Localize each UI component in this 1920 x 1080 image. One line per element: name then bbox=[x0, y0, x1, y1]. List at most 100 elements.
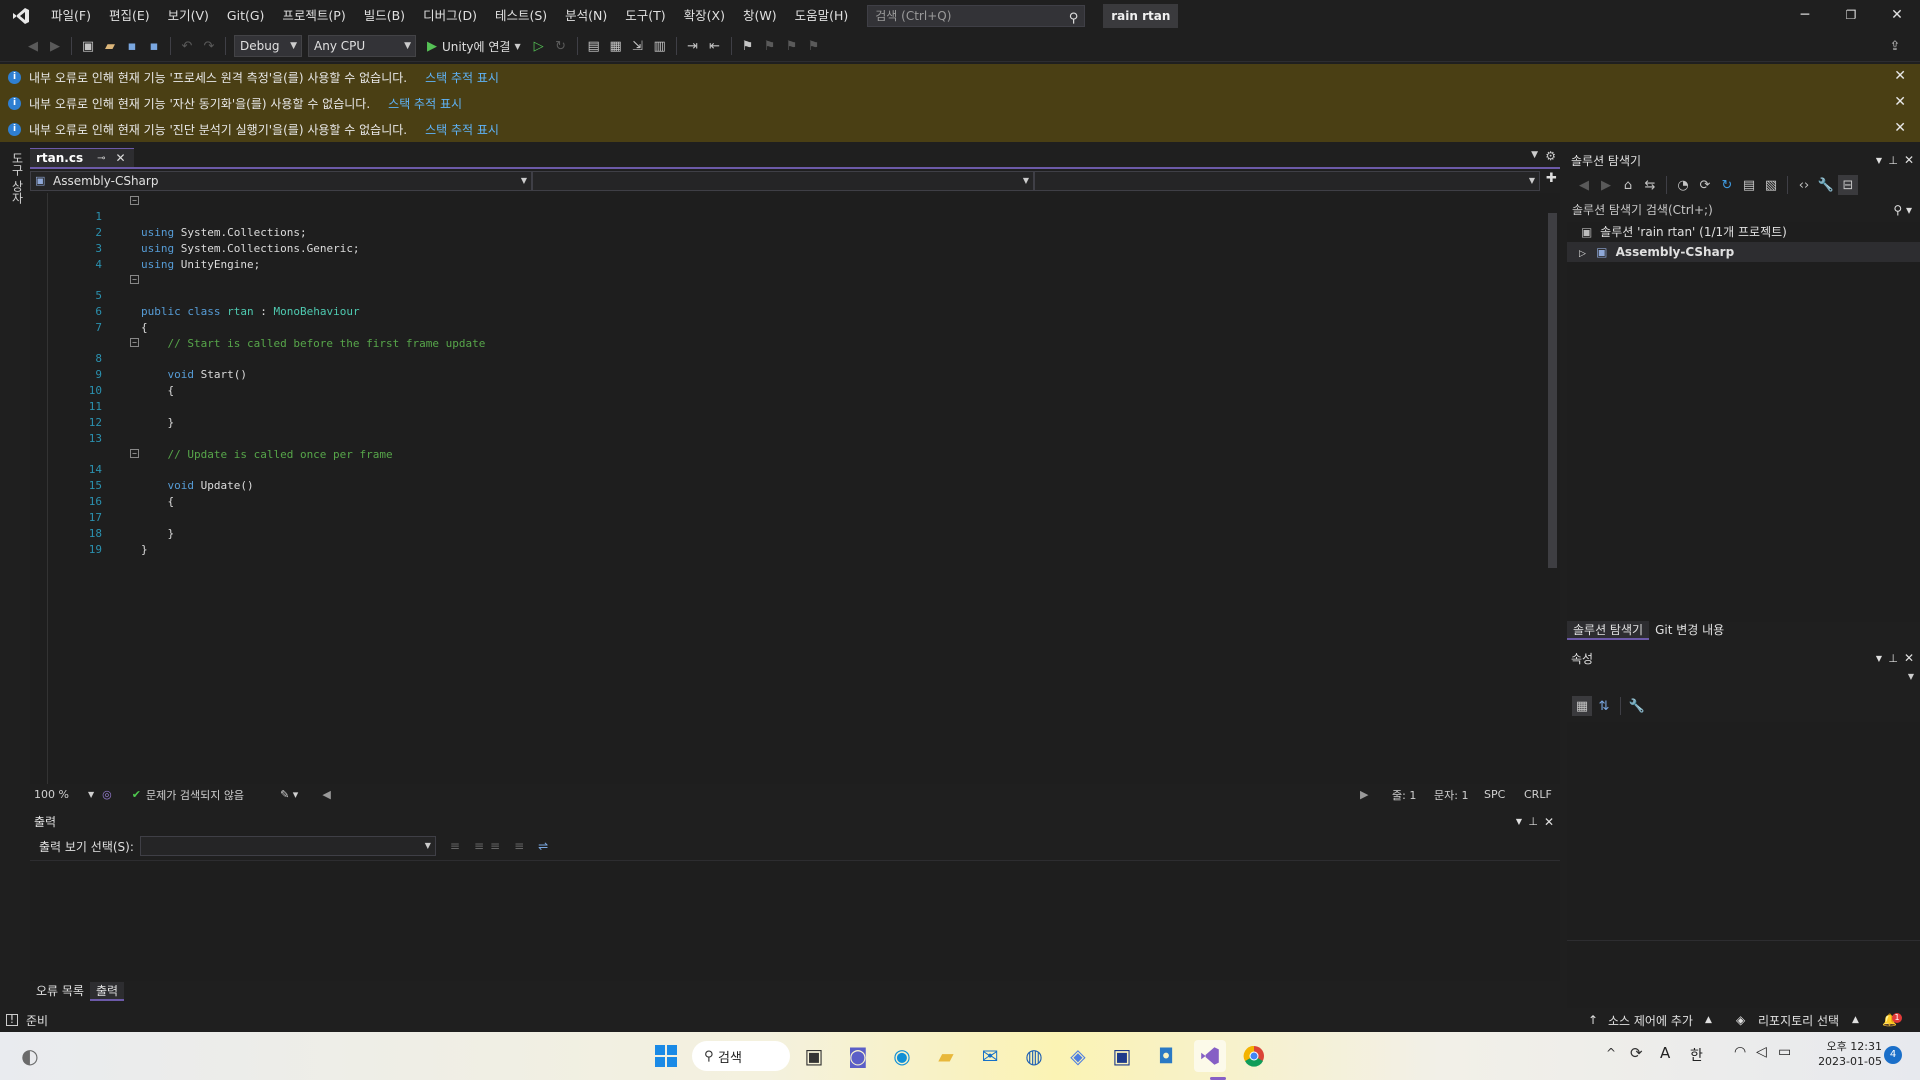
visual-studio-taskbar-icon[interactable] bbox=[1194, 1040, 1226, 1072]
save-icon[interactable]: ▪ bbox=[122, 36, 142, 56]
expand-arrow-icon[interactable]: ▷ bbox=[1579, 249, 1586, 259]
chevron-down-icon[interactable]: ▼ bbox=[1876, 156, 1882, 165]
type-combo[interactable]: ▼ bbox=[532, 171, 1034, 191]
output-text-area[interactable] bbox=[30, 860, 1560, 981]
prev-message-icon[interactable]: ≡ bbox=[474, 839, 484, 853]
clock[interactable]: 오후 12:31 2023-01-05 bbox=[1812, 1039, 1882, 1069]
new-project-icon[interactable]: ▣ bbox=[78, 36, 98, 56]
editor-vertical-scrollbar[interactable] bbox=[1545, 193, 1560, 784]
split-icon[interactable]: ✚ bbox=[1546, 171, 1557, 191]
stack-trace-link[interactable]: 스택 추적 표시 bbox=[388, 95, 462, 112]
zoom-level[interactable]: 100 % bbox=[34, 788, 88, 801]
tab-rtan-cs[interactable]: rtan.cs ⊸ ✕ bbox=[30, 148, 134, 167]
app2-icon[interactable]: ◈ bbox=[1062, 1040, 1094, 1072]
menu-help[interactable]: 도움말(H) bbox=[786, 0, 858, 31]
alphabetical-icon[interactable]: ⇅ bbox=[1594, 696, 1614, 716]
close-icon[interactable]: ✕ bbox=[1544, 815, 1554, 829]
code-cleanup-icon[interactable]: ✎ ▾ bbox=[280, 788, 298, 801]
close-icon[interactable]: ✕ bbox=[1904, 153, 1914, 167]
chevron-down-icon[interactable]: ▼ bbox=[514, 42, 520, 51]
close-window-icon[interactable]: ✕ bbox=[1874, 0, 1920, 31]
layout-icon[interactable]: ▦ bbox=[606, 36, 626, 56]
view-code-icon[interactable]: ‹› bbox=[1794, 175, 1814, 195]
scroll-left-icon[interactable]: ◀ bbox=[322, 788, 330, 801]
start-button[interactable] bbox=[650, 1040, 682, 1072]
mail-icon[interactable]: ✉ bbox=[974, 1040, 1006, 1072]
close-tab-icon[interactable]: ✕ bbox=[116, 151, 126, 165]
tab-list-icon[interactable]: ▼ bbox=[1531, 150, 1538, 160]
attach-unity-button[interactable]: ▶ Unity에 연결 ▼ bbox=[427, 38, 521, 55]
chevron-down-icon[interactable]: ▼ bbox=[88, 790, 94, 799]
close-icon[interactable]: ✕ bbox=[1904, 651, 1914, 665]
toolbox-tab[interactable]: 도구 상자 bbox=[9, 152, 26, 204]
menu-debug[interactable]: 디버그(D) bbox=[414, 0, 486, 31]
indent-icon[interactable]: ⇥ bbox=[683, 36, 703, 56]
layout2-icon[interactable]: ▥ bbox=[650, 36, 670, 56]
property-pages-icon[interactable]: 🔧 bbox=[1627, 696, 1647, 716]
chevron-down-icon[interactable]: ▼ bbox=[1516, 817, 1522, 826]
solution-config-select[interactable]: Debug ▼ bbox=[234, 35, 302, 57]
account-name[interactable]: rain rtan bbox=[1103, 3, 1179, 28]
tab-solution-explorer[interactable]: 솔루션 탐색기 bbox=[1567, 620, 1650, 640]
chevron-up-icon[interactable]: ▲ bbox=[1705, 1015, 1712, 1025]
code-editor[interactable]: 1− using System.Collections; 2 using Sys… bbox=[30, 193, 1545, 784]
settings-icon[interactable]: ⚙ bbox=[1545, 149, 1556, 163]
teams-chat-icon[interactable]: ◙ bbox=[842, 1040, 874, 1072]
refresh-icon[interactable]: ↻ bbox=[1717, 175, 1737, 195]
bookmark-clear-icon[interactable]: ⚑ bbox=[804, 36, 824, 56]
visual-studio-logo-icon[interactable] bbox=[0, 0, 42, 31]
menu-file[interactable]: 파일(F) bbox=[42, 0, 100, 31]
edge-icon[interactable]: ◉ bbox=[886, 1040, 918, 1072]
clear-all-icon[interactable]: ≡ bbox=[514, 839, 524, 853]
hot-reload-icon[interactable]: ↻ bbox=[551, 36, 571, 56]
open-folder-icon[interactable]: ▰ bbox=[100, 36, 120, 56]
platform-select[interactable]: Any CPU ▼ bbox=[308, 35, 416, 57]
tab-error-list[interactable]: 오류 목록 bbox=[30, 982, 90, 1001]
back-icon[interactable]: ◀ bbox=[23, 36, 43, 56]
save-all-icon[interactable]: ▪ bbox=[144, 36, 164, 56]
whitespace-mode[interactable]: SPC bbox=[1484, 788, 1505, 801]
stack-trace-link[interactable]: 스택 추적 표시 bbox=[425, 121, 499, 138]
search-input[interactable]: 검색 (Ctrl+Q) ⚲ bbox=[867, 4, 1086, 27]
undo-icon[interactable]: ↶ bbox=[177, 36, 197, 56]
outdent-icon[interactable]: ⇤ bbox=[705, 36, 725, 56]
chevron-down-icon[interactable]: ▼ bbox=[1908, 672, 1914, 681]
app-icon[interactable]: ◍ bbox=[1018, 1040, 1050, 1072]
chevron-up-icon[interactable]: ^ bbox=[1606, 1046, 1616, 1060]
stack-trace-link[interactable]: 스택 추적 표시 bbox=[425, 69, 499, 86]
source-control-button[interactable]: 소스 제어에 추가 bbox=[1608, 1012, 1693, 1029]
home-icon[interactable]: ⌂ bbox=[1618, 175, 1638, 195]
properties-icon[interactable]: 🔧 bbox=[1816, 175, 1836, 195]
pin-icon[interactable]: ⊥ bbox=[1528, 815, 1538, 828]
bookmark-icon[interactable]: ⚑ bbox=[738, 36, 758, 56]
close-icon[interactable]: ✕ bbox=[1894, 94, 1906, 110]
repository-button[interactable]: 리포지토리 선택 bbox=[1758, 1012, 1839, 1029]
menu-extensions[interactable]: 확장(X) bbox=[675, 0, 734, 31]
browse-icon[interactable]: ▤ bbox=[584, 36, 604, 56]
close-icon[interactable]: ✕ bbox=[1894, 120, 1906, 136]
app3-icon[interactable]: ◘ bbox=[1150, 1040, 1182, 1072]
intellicode-icon[interactable]: ◎ bbox=[102, 788, 112, 801]
battery-icon[interactable]: ▭ bbox=[1778, 1044, 1791, 1060]
show-all-files-icon[interactable]: ▧ bbox=[1761, 175, 1781, 195]
task-view-icon[interactable]: ▣ bbox=[798, 1040, 830, 1072]
sync-icon[interactable]: ⟳ bbox=[1695, 175, 1715, 195]
menu-view[interactable]: 보기(V) bbox=[159, 0, 218, 31]
collapse-all-icon[interactable]: ▤ bbox=[1739, 175, 1759, 195]
categorized-icon[interactable]: ▦ bbox=[1572, 696, 1592, 716]
pin-icon[interactable]: ⊥ bbox=[1888, 652, 1898, 665]
forward-icon[interactable]: ▶ bbox=[1596, 175, 1616, 195]
start-without-debug-icon[interactable]: ▷ bbox=[529, 36, 549, 56]
minimize-icon[interactable]: ─ bbox=[1782, 0, 1828, 31]
back-icon[interactable]: ◀ bbox=[1574, 175, 1594, 195]
tree-item-solution[interactable]: ▣ 솔루션 'rain rtan' (1/1개 프로젝트) bbox=[1567, 222, 1920, 242]
menu-edit[interactable]: 편집(E) bbox=[100, 0, 159, 31]
scrollbar-thumb[interactable] bbox=[1548, 213, 1557, 568]
ime-language-indicator[interactable]: 한 bbox=[1690, 1045, 1703, 1065]
bookmark-prev-icon[interactable]: ⚑ bbox=[760, 36, 780, 56]
taskbar-search-button[interactable]: ⚲ 검색 bbox=[692, 1041, 790, 1071]
widgets-icon[interactable]: ◐ bbox=[14, 1040, 46, 1072]
menu-analyze[interactable]: 분석(N) bbox=[556, 0, 616, 31]
issues-status[interactable]: 문제가 검색되지 않음 bbox=[146, 787, 244, 803]
menu-project[interactable]: 프로젝트(P) bbox=[273, 0, 354, 31]
